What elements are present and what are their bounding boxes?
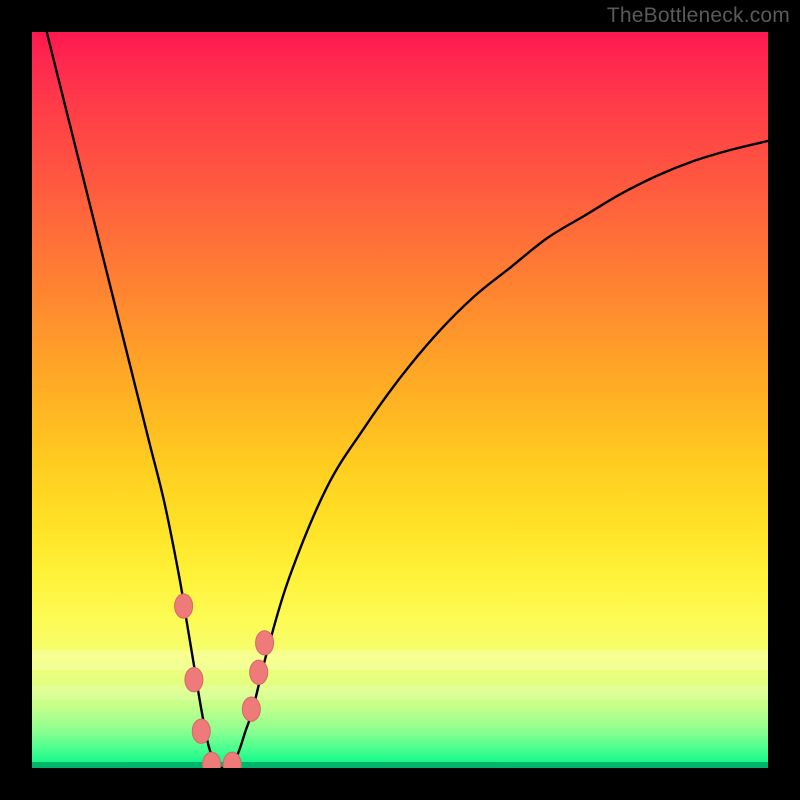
dot-min-left [203, 752, 221, 768]
dot-left-low [192, 719, 210, 743]
bottleneck-curve [32, 32, 768, 768]
dot-right-upper [256, 631, 274, 655]
watermark-text: TheBottleneck.com [607, 4, 790, 28]
dot-right-low [242, 697, 260, 721]
curve-markers [175, 594, 274, 768]
plot-area [32, 32, 768, 768]
bottleneck-curve-svg [32, 32, 768, 768]
chart-frame: TheBottleneck.com [0, 0, 800, 800]
dot-left-upper [175, 594, 193, 618]
dot-right-mid [250, 660, 268, 684]
dot-left-mid [185, 668, 203, 692]
